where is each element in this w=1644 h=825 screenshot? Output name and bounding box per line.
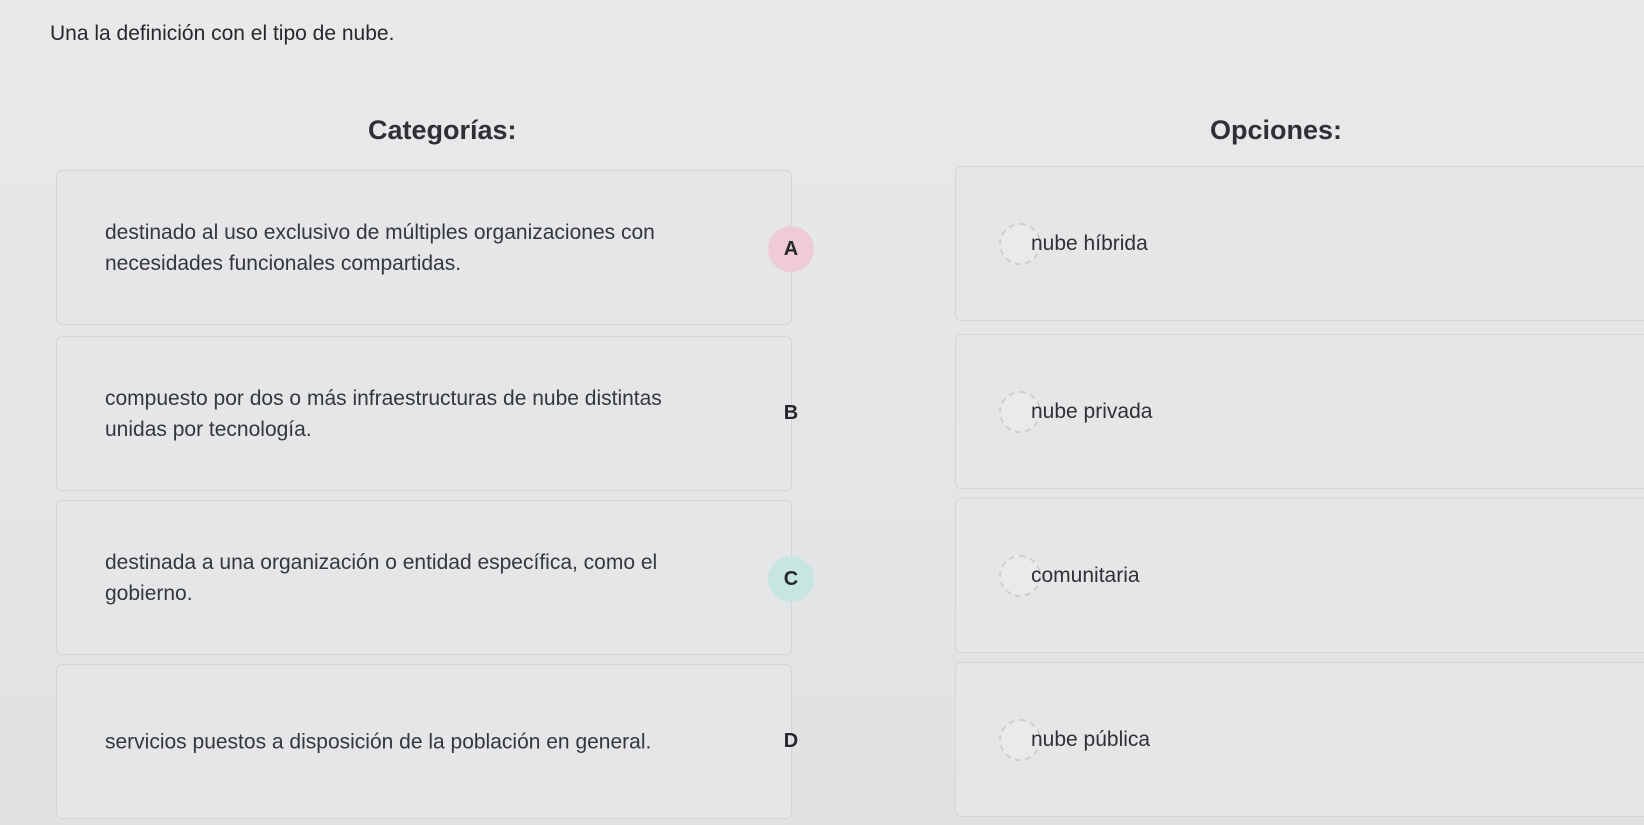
category-definition: compuesto por dos o más infraestructuras… (105, 386, 662, 441)
category-letter-badge-d[interactable]: D (768, 718, 814, 764)
category-definition: servicios puestos a disposición de la po… (105, 730, 652, 753)
option-label: comunitaria (1031, 563, 1140, 587)
options-heading: Opciones: (1210, 115, 1343, 145)
category-definition: destinada a una organización o entidad e… (105, 550, 658, 605)
categories-heading: Categorías: (368, 115, 517, 145)
category-letter-badge-b[interactable]: B (768, 390, 814, 436)
option-label: nube híbrida (1031, 231, 1148, 255)
option-card-nube-publica[interactable]: nube pública (955, 662, 1644, 817)
option-card-nube-privada[interactable]: nube privada (955, 334, 1644, 489)
option-card-comunitaria[interactable]: comunitaria (955, 498, 1644, 653)
category-card-d[interactable]: servicios puestos a disposición de la po… (56, 664, 792, 819)
option-label: nube pública (1031, 727, 1151, 751)
instruction-text: Una la definición con el tipo de nube. (50, 22, 395, 45)
option-card-nube-hibrida[interactable]: nube híbrida (955, 166, 1644, 321)
category-letter-badge-a[interactable]: A (768, 226, 814, 272)
category-card-b[interactable]: compuesto por dos o más infraestructuras… (56, 336, 792, 491)
category-definition: destinado al uso exclusivo de múltiples … (105, 220, 655, 275)
option-label: nube privada (1031, 399, 1153, 423)
category-card-a[interactable]: destinado al uso exclusivo de múltiples … (56, 170, 792, 325)
category-card-c[interactable]: destinada a una organización o entidad e… (56, 500, 792, 655)
category-letter-badge-c[interactable]: C (768, 556, 814, 602)
